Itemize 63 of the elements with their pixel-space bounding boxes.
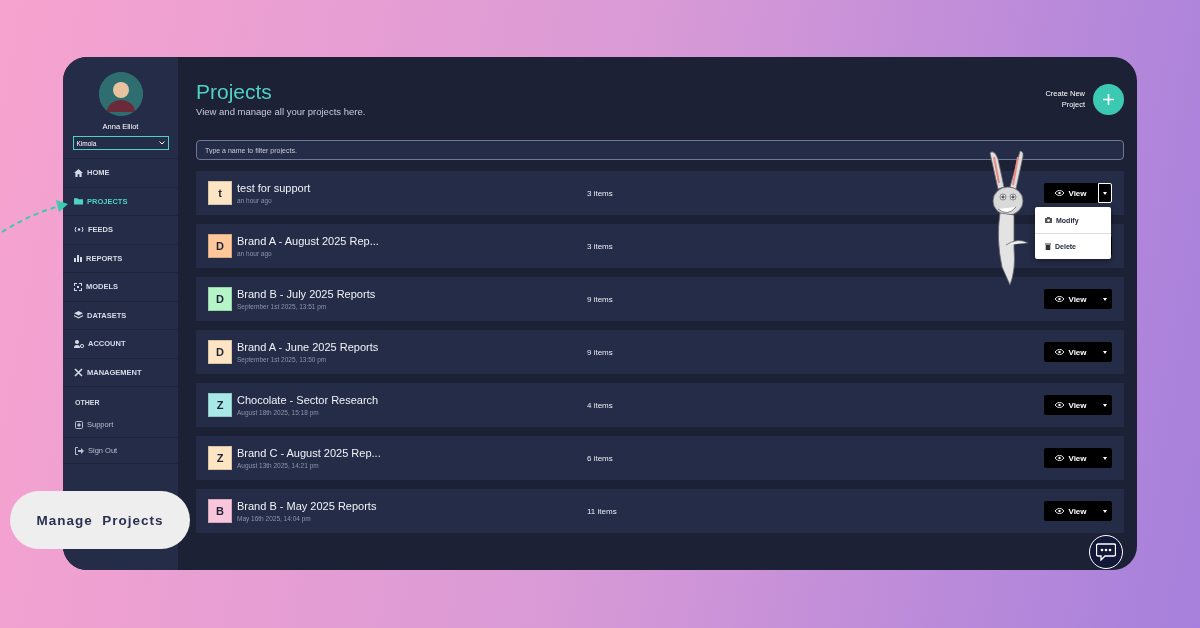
dashed-arrow (0, 198, 70, 234)
item-count: 9 items (587, 294, 614, 304)
broadcast-icon (74, 226, 84, 234)
page-title: Projects (196, 80, 273, 104)
view-button[interactable]: View (1044, 183, 1098, 203)
caret-icon (1103, 509, 1107, 513)
caret-icon (1103, 297, 1107, 301)
caret-icon (1103, 350, 1107, 354)
project-name[interactable]: Chocolate - Sector Research (237, 394, 587, 406)
chevron-icon (158, 141, 165, 145)
plus-icon (1103, 94, 1114, 105)
dropdown-toggle[interactable] (1098, 342, 1112, 362)
eye-icon (1055, 402, 1065, 408)
project-name[interactable]: test for support (237, 182, 587, 194)
eye-icon (1055, 508, 1065, 514)
camera-icon (1045, 217, 1052, 223)
eye-icon (1055, 190, 1065, 196)
item-count: 9 items (587, 347, 614, 357)
create-project-button[interactable] (1093, 84, 1124, 115)
trash-icon (1045, 243, 1051, 250)
bar-chart-icon (74, 254, 82, 263)
project-name[interactable]: Brand A - June 2025 Reports (237, 341, 587, 353)
project-initial-tile: D (208, 287, 232, 311)
view-button[interactable]: View (1044, 342, 1098, 362)
project-name[interactable]: Brand B - July 2025 Reports (237, 288, 587, 300)
dropdown-toggle[interactable] (1098, 289, 1112, 309)
chat-bubble-icon (1096, 543, 1116, 561)
dropdown-toggle[interactable] (1098, 501, 1112, 521)
page-subtitle: View and manage all your projects here. (196, 106, 366, 117)
item-count: 3 items (587, 188, 614, 198)
item-count: 3 items (587, 241, 614, 251)
view-button[interactable]: View (1044, 501, 1098, 521)
user-gear-icon (74, 339, 84, 348)
eye-icon (1055, 296, 1065, 302)
layers-icon (74, 311, 83, 320)
caret-icon (1103, 191, 1107, 195)
callout-label: Manage Projects (10, 491, 190, 549)
view-button[interactable]: View (1044, 448, 1098, 468)
view-button[interactable]: View (1044, 395, 1098, 415)
project-initial-tile: D (208, 340, 232, 364)
house-icon (74, 168, 83, 177)
project-initial-tile: B (208, 499, 232, 523)
eye-icon (1055, 455, 1065, 461)
sign-out-icon (75, 446, 84, 455)
avatar-icon (98, 72, 143, 116)
caret-icon (1103, 403, 1107, 407)
item-count: 4 items (587, 400, 614, 410)
eye-icon (1055, 349, 1065, 355)
project-name[interactable]: Brand C - August 2025 Rep... (237, 447, 587, 459)
project-name[interactable]: Brand B - May 2025 Reports (237, 500, 587, 512)
caret-icon (1103, 456, 1107, 460)
dropdown-toggle[interactable] (1098, 395, 1112, 415)
project-initial-tile: Z (208, 446, 232, 470)
project-initial-tile: t (208, 181, 232, 205)
dropdown-toggle[interactable] (1098, 448, 1112, 468)
item-count: 6 items (587, 453, 614, 463)
project-initial-tile: Z (208, 393, 232, 417)
project-name[interactable]: Brand A - August 2025 Rep... (237, 235, 587, 247)
grid-icon (74, 282, 82, 291)
folder-icon (74, 197, 83, 206)
view-button[interactable]: View (1044, 289, 1098, 309)
project-initial-tile: D (208, 234, 232, 258)
item-count: 11 items (587, 506, 618, 516)
